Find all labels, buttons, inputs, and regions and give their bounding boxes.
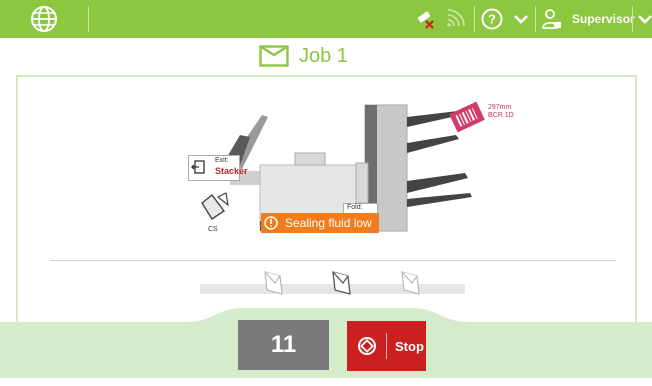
chevron-down-icon[interactable] xyxy=(510,8,532,30)
divider xyxy=(474,6,475,32)
exit-box[interactable]: Exit: Stacker xyxy=(188,155,248,181)
user-icon[interactable] xyxy=(541,8,563,30)
job-title: Job 1 xyxy=(299,44,348,67)
divider xyxy=(632,6,633,32)
envelope-step-icon xyxy=(264,271,283,295)
svg-text:?: ? xyxy=(488,12,496,27)
stop-icon xyxy=(358,337,376,355)
chevron-down-icon[interactable] xyxy=(634,8,652,30)
wireless-signal-icon[interactable] xyxy=(444,8,466,30)
divider xyxy=(535,6,536,32)
processed-counter: 11 xyxy=(238,320,329,370)
job-title-bar: Job 1 xyxy=(259,41,348,71)
stop-button[interactable]: Stop xyxy=(347,321,426,371)
top-bar: ? Supervisor xyxy=(0,0,652,38)
divider xyxy=(88,6,89,32)
exit-label: Exit: xyxy=(215,157,229,164)
globe-icon[interactable] xyxy=(31,6,57,32)
alert-icon xyxy=(264,216,278,230)
envelope-step-icon xyxy=(401,271,420,295)
envelope-step-icon xyxy=(332,271,351,295)
envelope-icon xyxy=(259,45,289,67)
user-name[interactable]: Supervisor xyxy=(572,12,635,26)
stop-label: Stop xyxy=(395,338,424,354)
exit-value: Stacker xyxy=(215,166,248,176)
barcode-size: 297mm xyxy=(488,104,512,111)
ink-cartridge-warning-icon[interactable] xyxy=(414,8,436,30)
envelope-flow xyxy=(200,271,465,295)
barcode-type: BCR 1D xyxy=(488,112,514,119)
cs-label: CS xyxy=(208,226,218,233)
divider xyxy=(386,333,387,359)
sealing-fluid-alert[interactable]: Sealing fluid low xyxy=(261,213,379,233)
alert-text: Sealing fluid low xyxy=(285,216,372,230)
exit-icon xyxy=(191,160,205,174)
divider xyxy=(50,260,616,261)
help-icon[interactable]: ? xyxy=(481,8,503,30)
